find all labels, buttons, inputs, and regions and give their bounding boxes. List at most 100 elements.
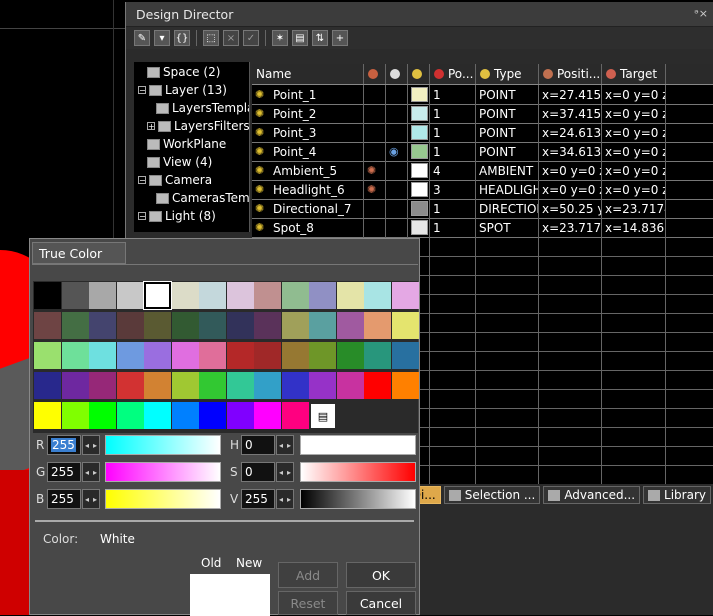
palette-swatch[interactable] <box>144 402 171 429</box>
palette-swatch[interactable] <box>281 402 309 429</box>
palette-swatch[interactable] <box>254 402 281 429</box>
col-target[interactable]: Target <box>602 64 666 84</box>
cell-name[interactable]: ✺ Spot_8 <box>252 218 364 237</box>
palette-swatch[interactable] <box>61 372 89 399</box>
palette-swatch[interactable] <box>116 282 144 309</box>
palette-swatch[interactable] <box>281 372 309 399</box>
s-slider[interactable] <box>300 462 416 482</box>
s-input[interactable]: 0 <box>241 462 275 482</box>
cell-target[interactable]: x=0 y=0 z= <box>602 104 666 123</box>
cell-power[interactable]: 1 <box>430 123 476 142</box>
cell-position[interactable]: x=37.4151 y <box>539 104 602 123</box>
palette-swatch[interactable] <box>171 372 199 399</box>
cell-visible[interactable] <box>386 104 408 123</box>
palette-swatch[interactable] <box>226 372 254 399</box>
tree-view[interactable]: Space (2) − Layer (13) LayersTempla + LayersF… <box>134 62 250 232</box>
cell-target[interactable]: x=0 y=0 z= <box>602 180 666 199</box>
g-spinner[interactable]: ◂ ▸ <box>82 462 100 482</box>
palette-swatch[interactable] <box>281 342 309 369</box>
cell-power[interactable]: 1 <box>430 218 476 237</box>
collapse-icon[interactable]: − <box>138 176 146 185</box>
edit-icon[interactable]: ✎ <box>134 30 150 46</box>
palette-swatch[interactable] <box>144 342 171 369</box>
palette-swatch[interactable] <box>226 312 254 339</box>
cell-power[interactable]: 4 <box>430 161 476 180</box>
ok-button[interactable]: OK <box>346 562 416 588</box>
collapse-icon[interactable]: − <box>138 86 146 95</box>
color-swatch[interactable] <box>411 144 428 159</box>
v-input[interactable]: 255 <box>241 489 275 509</box>
palette-swatch[interactable] <box>116 372 144 399</box>
cell-name[interactable]: ✺ Point_1 <box>252 85 364 104</box>
table-row[interactable]: ✺ Spot_8 1 SPOT x=23.7174 yx=14.8363 y <box>252 218 713 238</box>
color-swatch[interactable] <box>411 106 428 121</box>
cell-type[interactable]: SPOT <box>476 218 539 237</box>
delete-icon[interactable]: × <box>223 30 239 46</box>
dock-tab[interactable]: Selection ... <box>443 486 541 504</box>
expand-icon[interactable]: + <box>147 122 155 131</box>
palette-swatch[interactable] <box>336 342 364 369</box>
cell-color[interactable] <box>408 142 430 161</box>
tree-item[interactable]: − Layer (13) <box>138 81 227 99</box>
col-position[interactable]: Positi... <box>539 64 602 84</box>
cell-position[interactable]: x=0 y=0 z= <box>539 180 602 199</box>
table-row[interactable]: ✺ Point_2 1 POINT x=37.4151 yx=0 y=0 z= <box>252 104 713 124</box>
panel-title-bar[interactable]: Design Director ᵊ× <box>126 2 713 27</box>
palette-swatch[interactable] <box>391 282 419 309</box>
b-spinner[interactable]: ◂ ▸ <box>82 489 100 509</box>
cell-power[interactable]: 1 <box>430 85 476 104</box>
tab-true-color[interactable]: True Color <box>32 242 126 264</box>
cell-on[interactable] <box>364 123 386 142</box>
cell-visible[interactable] <box>386 123 408 142</box>
color-swatch[interactable] <box>411 220 428 235</box>
g-slider[interactable] <box>105 462 221 482</box>
cell-target[interactable]: x=0 y=0 z= <box>602 142 666 161</box>
color-picker-icon[interactable]: ▤ <box>311 404 335 428</box>
palette-swatch[interactable] <box>171 312 199 339</box>
palette-swatch[interactable] <box>116 312 144 339</box>
palette-swatch[interactable] <box>143 281 172 310</box>
table-row[interactable]: ✺ Point_4 ◉ 1 POINT x=34.6134 yx=0 y=0 z= <box>252 142 713 162</box>
palette-swatch[interactable] <box>144 372 171 399</box>
table-row[interactable]: ✺ Ambient_5 ✺ 4 AMBIENT x=0 y=0 z= x=0 y=0 z= <box>252 161 713 181</box>
h-input[interactable]: 0 <box>241 435 275 455</box>
palette-swatch[interactable] <box>309 282 336 309</box>
pin-close-icon[interactable]: ᵊ× <box>694 7 708 20</box>
cell-on[interactable]: ✺ <box>364 180 386 199</box>
sort-icon[interactable]: ⇅ <box>312 30 328 46</box>
cell-color[interactable] <box>408 123 430 142</box>
palette-swatch[interactable] <box>199 312 226 339</box>
cell-position[interactable]: x=34.6134 y <box>539 142 602 161</box>
cell-target[interactable]: x=0 y=0 z= <box>602 123 666 142</box>
cell-position[interactable]: x=27.4155 y <box>539 85 602 104</box>
color-swatch[interactable] <box>411 201 428 216</box>
v-slider[interactable] <box>300 489 416 509</box>
palette-swatch[interactable] <box>281 312 309 339</box>
palette-swatch[interactable] <box>34 282 61 309</box>
palette-swatch[interactable] <box>391 342 419 369</box>
palette-swatch[interactable] <box>254 312 281 339</box>
tree-item[interactable]: View (4) <box>147 153 212 171</box>
cell-position[interactable]: x=50.25 y= <box>539 199 602 218</box>
r-spinner[interactable]: ◂ ▸ <box>82 435 100 455</box>
palette-swatch[interactable] <box>61 282 89 309</box>
cell-on[interactable] <box>364 85 386 104</box>
col-color[interactable] <box>408 64 430 84</box>
cell-color[interactable] <box>408 85 430 104</box>
filter-icon[interactable]: ▾ <box>154 30 170 46</box>
cell-type[interactable]: POINT <box>476 142 539 161</box>
cell-color[interactable] <box>408 218 430 237</box>
table-row[interactable]: ✺ Point_3 1 POINT x=24.6137 yx=0 y=0 z= <box>252 123 713 143</box>
cell-name[interactable]: ✺ Headlight_6 <box>252 180 364 199</box>
cell-target[interactable]: x=14.8363 y <box>602 218 666 237</box>
cell-name[interactable]: ✺ Point_3 <box>252 123 364 142</box>
palette-swatch[interactable] <box>89 342 116 369</box>
tree-item[interactable]: CamerasTemp <box>156 189 249 207</box>
cell-extra[interactable] <box>666 104 713 123</box>
palette-swatch[interactable] <box>171 282 199 309</box>
palette-swatch[interactable] <box>171 402 199 429</box>
palette-swatch[interactable] <box>254 342 281 369</box>
palette-swatch[interactable] <box>34 402 61 429</box>
cell-type[interactable]: AMBIENT <box>476 161 539 180</box>
cell-visible[interactable]: ◉ <box>386 142 408 161</box>
